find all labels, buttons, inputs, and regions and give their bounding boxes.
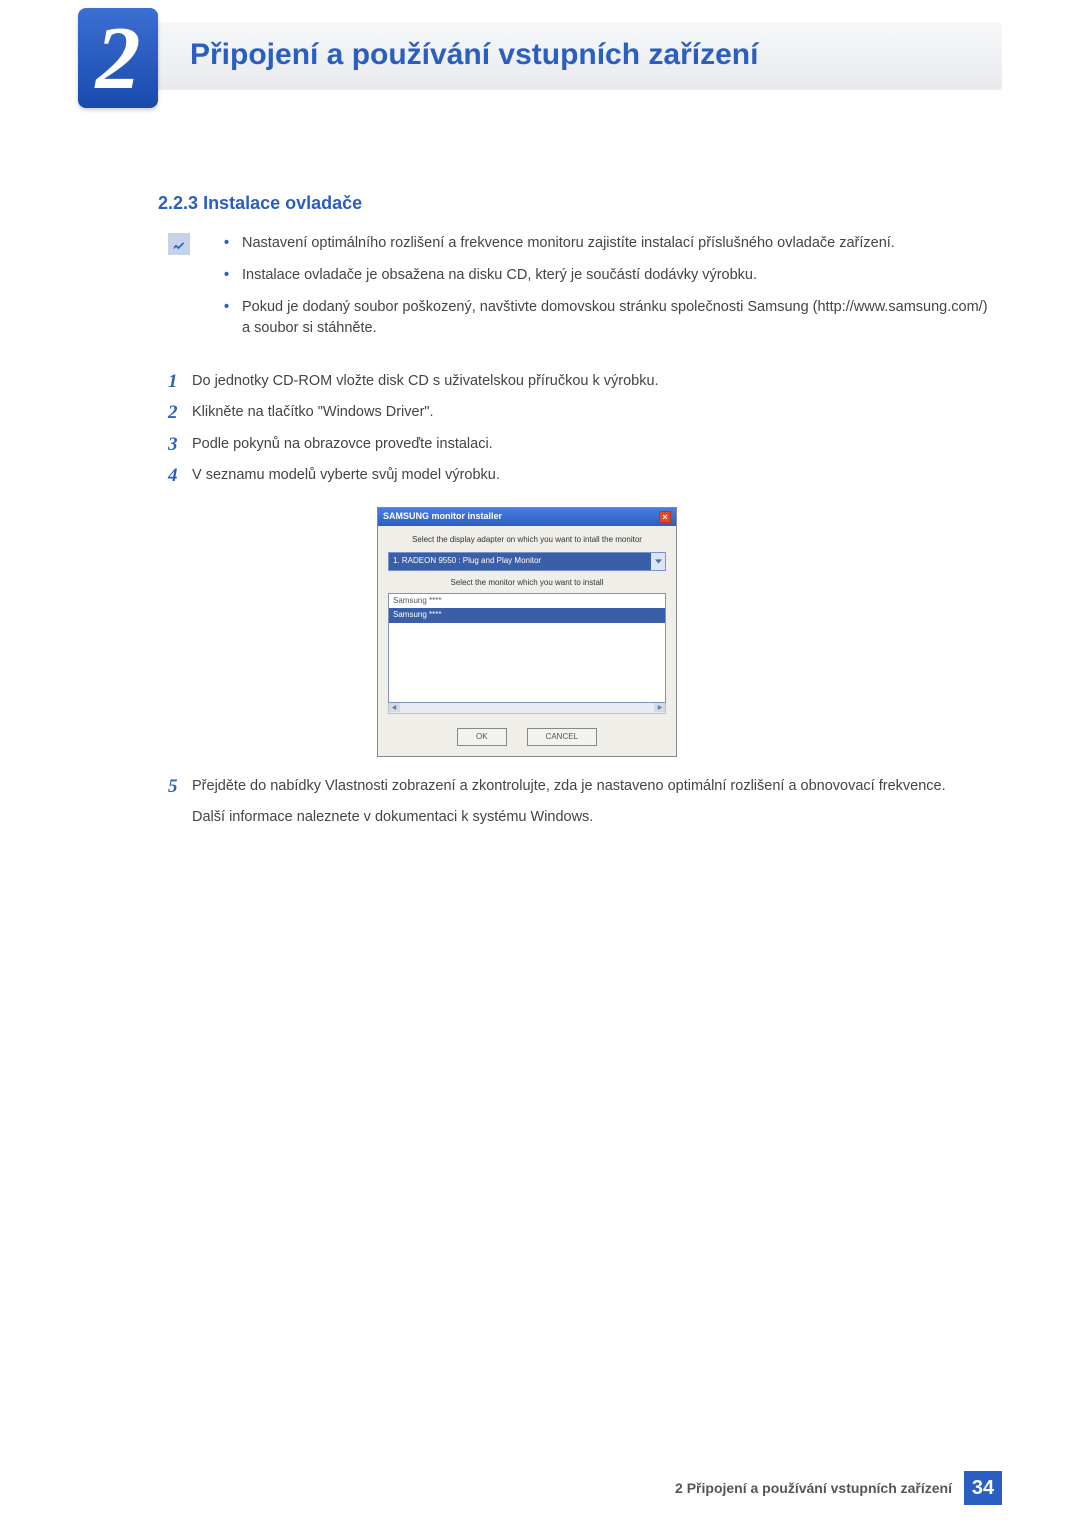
installer-body: Select the display adapter on which you … [378,526,676,757]
note-icon [168,233,190,255]
section-heading: 2.2.3 Instalace ovladače [158,193,362,214]
adapter-label: Select the display adapter on which you … [388,534,666,546]
step-text: Do jednotky CD-ROM vložte disk CD s uživ… [192,373,659,389]
note-list: Nastavení optimálního rozlišení a frekve… [224,233,995,340]
step-text: Podle pokynů na obrazovce proveďte insta… [192,436,493,452]
close-icon[interactable]: × [659,511,671,523]
monitor-listbox[interactable]: Samsung **** Samsung **** [388,593,666,703]
adapter-dropdown[interactable]: 1. RADEON 9550 : Plug and Play Monitor [388,552,666,570]
note-item: Pokud je dodaný soubor poškozený, navšti… [224,297,995,341]
step-number: 3 [168,430,178,459]
installer-titlebar: SAMSUNG monitor installer × [378,508,676,526]
note-item: Instalace ovladače je obsažena na disku … [224,265,995,287]
installer-screenshot: SAMSUNG monitor installer × Select the d… [377,507,995,758]
chapter-number: 2 [96,7,141,110]
step-text: V seznamu modelů vyberte svůj model výro… [192,467,500,483]
scroll-left-icon[interactable] [389,703,400,712]
monitor-label: Select the monitor which you want to ins… [388,577,666,589]
step-number: 1 [168,367,178,396]
installer-buttons: OK CANCEL [388,714,666,746]
step-number: 2 [168,398,178,427]
installer-title: SAMSUNG monitor installer [383,510,502,524]
step-text: Klikněte na tlačítko "Windows Driver". [192,404,434,420]
step-item: 1 Do jednotky CD-ROM vložte disk CD s už… [168,370,995,392]
section-title: Instalace ovladače [203,193,362,213]
cancel-button[interactable]: CANCEL [527,728,597,746]
steps-list: 1 Do jednotky CD-ROM vložte disk CD s už… [168,370,995,837]
chevron-down-icon[interactable] [651,553,665,569]
note-block: Nastavení optimálního rozlišení a frekve… [168,233,995,350]
step-text: Přejděte do nabídky Vlastnosti zobrazení… [192,778,946,794]
horizontal-scrollbar[interactable] [388,703,666,714]
step-item: 3 Podle pokynů na obrazovce proveďte ins… [168,433,995,455]
page-number: 34 [964,1471,1002,1505]
chapter-badge: 2 [78,8,158,108]
step-item: 4 V seznamu modelů vyberte svůj model vý… [168,464,995,757]
adapter-value: 1. RADEON 9550 : Plug and Play Monitor [389,553,651,569]
section-number: 2.2.3 [158,193,198,213]
ok-button[interactable]: OK [457,728,507,746]
step-number: 4 [168,461,178,490]
footer-chapter-title: 2 Připojení a používání vstupních zaříze… [675,1480,952,1496]
installer-window: SAMSUNG monitor installer × Select the d… [377,507,677,758]
step-number: 5 [168,772,178,801]
scroll-right-icon[interactable] [654,703,665,712]
step-item: 2 Klikněte na tlačítko "Windows Driver". [168,401,995,423]
step-extra-text: Další informace naleznete v dokumentaci … [192,809,593,825]
list-item[interactable]: Samsung **** [389,594,665,608]
list-item[interactable]: Samsung **** [389,608,665,622]
step-item: 5 Přejděte do nabídky Vlastnosti zobraze… [168,775,995,828]
page-footer: 2 Připojení a používání vstupních zaříze… [78,1471,1002,1505]
note-item: Nastavení optimálního rozlišení a frekve… [224,233,995,255]
chapter-title: Připojení a používání vstupních zařízení [190,38,758,72]
